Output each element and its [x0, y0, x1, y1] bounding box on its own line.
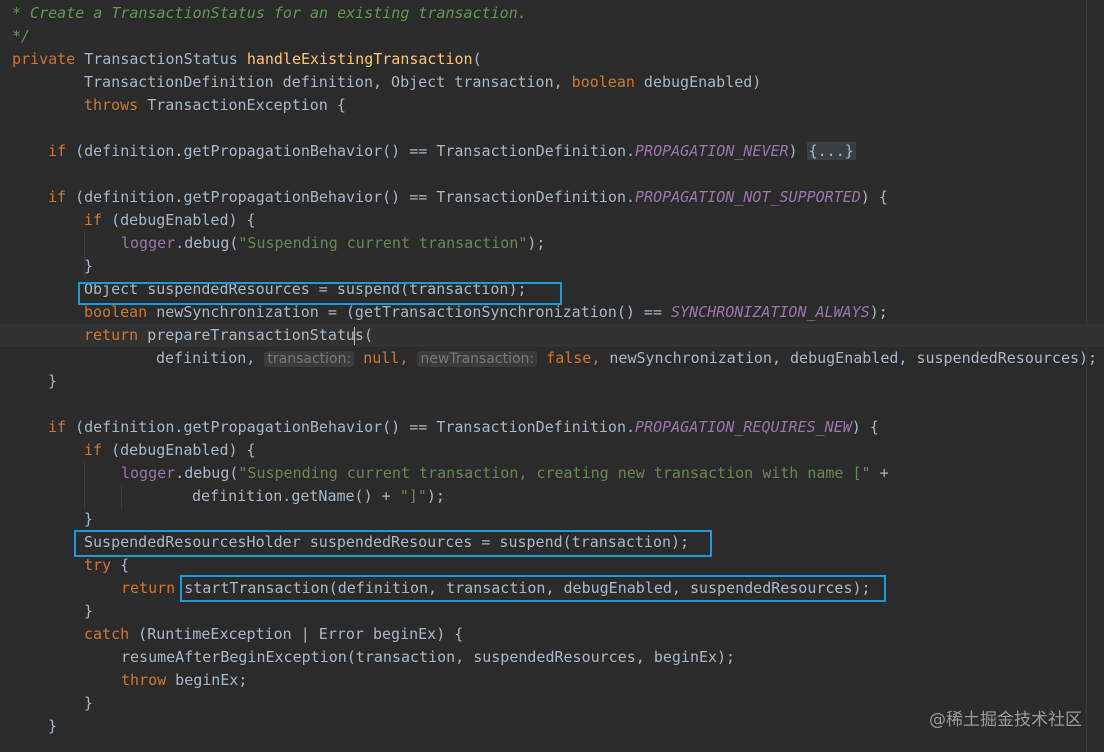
code-text: ) { [860, 188, 888, 206]
string-literal: "]" [399, 487, 427, 505]
code-line: if (debugEnabled) { [84, 209, 256, 232]
code-line: } [48, 715, 57, 738]
code-text: .debug( [175, 464, 239, 482]
code-text: } [84, 602, 94, 620]
string-literal: "Suspending current transaction, creatin… [238, 464, 871, 482]
keyword: if [48, 418, 67, 436]
code-line: if (definition.getPropagationBehavior() … [48, 416, 879, 439]
parameter-hint: transaction: [264, 351, 355, 367]
code-text: beginEx; [166, 671, 248, 689]
code-line: resumeAfterBeginException(transaction, s… [121, 646, 735, 669]
code-text: definition, [156, 349, 265, 367]
code-editor[interactable]: * Create a TransactionStatus for an exis… [0, 0, 1104, 752]
folded-code-block[interactable]: {...} [806, 142, 856, 160]
keyword: boolean [571, 73, 635, 91]
code-line: if (definition.getPropagationBehavior() … [48, 140, 856, 163]
code-line: } [84, 692, 93, 715]
code-text: (RuntimeException | Error beginEx) { [129, 625, 464, 643]
code-line: definition, transaction: null, newTransa… [156, 347, 1097, 370]
field-name: logger [121, 234, 176, 252]
code-line: } [84, 600, 93, 623]
constant: PROPAGATION_REQUIRES_NEW [635, 418, 852, 436]
text-caret [354, 327, 355, 345]
field-name: logger [121, 464, 176, 482]
code-text: } [84, 510, 94, 528]
code-line: private TransactionStatus handleExisting… [12, 48, 482, 71]
indent-guide [84, 462, 85, 510]
code-text: newSynchronization, debugEnabled, suspen… [609, 349, 1098, 367]
code-text: TransactionDefinition definition, Object… [84, 73, 572, 91]
constant: PROPAGATION_NOT_SUPPORTED [635, 188, 861, 206]
keyword: if [48, 142, 67, 160]
keyword: boolean [84, 303, 148, 321]
code-text: ); [869, 303, 888, 321]
comment: */ [12, 27, 31, 45]
code-text: prepareTransactionStatus( [138, 326, 373, 344]
gutter-divider [1086, 0, 1087, 752]
highlight-box-suspend-holder [74, 530, 712, 557]
keyword: if [48, 188, 67, 206]
keyword: false, [537, 349, 610, 367]
code-text: ) [788, 142, 807, 160]
watermark: @稀土掘金技术社区 [929, 710, 1082, 730]
keyword: if [84, 441, 103, 459]
keyword: private [12, 50, 76, 68]
keyword: throws [84, 96, 139, 114]
code-text: (definition.getPropagationBehavior() == … [66, 142, 636, 160]
keyword: return [121, 579, 176, 597]
code-text: } [48, 372, 58, 390]
code-text: ); [426, 487, 445, 505]
code-line: try { [84, 554, 129, 577]
code-line: } [84, 508, 93, 531]
keyword: null, [354, 349, 418, 367]
code-line: if (definition.getPropagationBehavior() … [48, 186, 888, 209]
code-line: logger.debug("Suspending current transac… [121, 232, 545, 255]
constant: SYNCHRONIZATION_ALWAYS [671, 303, 870, 321]
keyword: throw [121, 671, 167, 689]
code-text: resumeAfterBeginException(transaction, s… [121, 648, 736, 666]
code-line: if (debugEnabled) { [84, 439, 256, 462]
code-text: ); [527, 234, 546, 252]
code-line: TransactionDefinition definition, Object… [84, 71, 761, 94]
code-line: throws TransactionException { [84, 94, 346, 117]
code-text: } [84, 257, 94, 275]
code-text: newSynchronization = (getTransactionSync… [147, 303, 672, 321]
string-literal: "Suspending current transaction" [238, 234, 528, 252]
keyword: try [84, 556, 112, 574]
keyword: catch [84, 625, 130, 643]
keyword: if [84, 211, 103, 229]
code-text: ( [472, 50, 482, 68]
code-text: definition.getName() + [192, 487, 400, 505]
code-text: (definition.getPropagationBehavior() == … [66, 418, 636, 436]
code-text: (definition.getPropagationBehavior() == … [66, 188, 636, 206]
code-text: ) { [851, 418, 879, 436]
indent-guide [121, 485, 122, 509]
comment: * Create a TransactionStatus for an exis… [12, 4, 527, 22]
code-text: (debugEnabled) { [102, 441, 256, 459]
constant: PROPAGATION_NEVER [635, 142, 789, 160]
code-line: logger.debug("Suspending current transac… [121, 462, 889, 485]
parameter-hint: newTransaction: [417, 351, 538, 367]
code-text: debugEnabled) [634, 73, 762, 91]
method-name[interactable]: handleExistingTransaction [247, 50, 473, 68]
code-line: } [48, 370, 57, 393]
code-text: .debug( [175, 234, 239, 252]
code-line: definition.getName() + "]"); [192, 485, 445, 508]
code-line: catch (RuntimeException | Error beginEx)… [84, 623, 463, 646]
code-text: } [84, 694, 94, 712]
code-line: } [84, 255, 93, 278]
code-text: (debugEnabled) { [102, 211, 256, 229]
current-code-line: return prepareTransactionStatus( [0, 324, 1104, 347]
highlight-box-start-transaction [180, 575, 886, 602]
code-text: { [111, 556, 130, 574]
code-text: } [48, 717, 58, 735]
keyword: return [84, 326, 139, 344]
code-text: TransactionException { [138, 96, 346, 114]
code-text: TransactionStatus [75, 50, 247, 68]
code-line: throw beginEx; [121, 669, 247, 692]
code-text: + [870, 464, 889, 482]
code-line: */ [12, 25, 30, 48]
code-line: * Create a TransactionStatus for an exis… [12, 2, 527, 25]
highlight-box-suspend-object [78, 282, 562, 305]
